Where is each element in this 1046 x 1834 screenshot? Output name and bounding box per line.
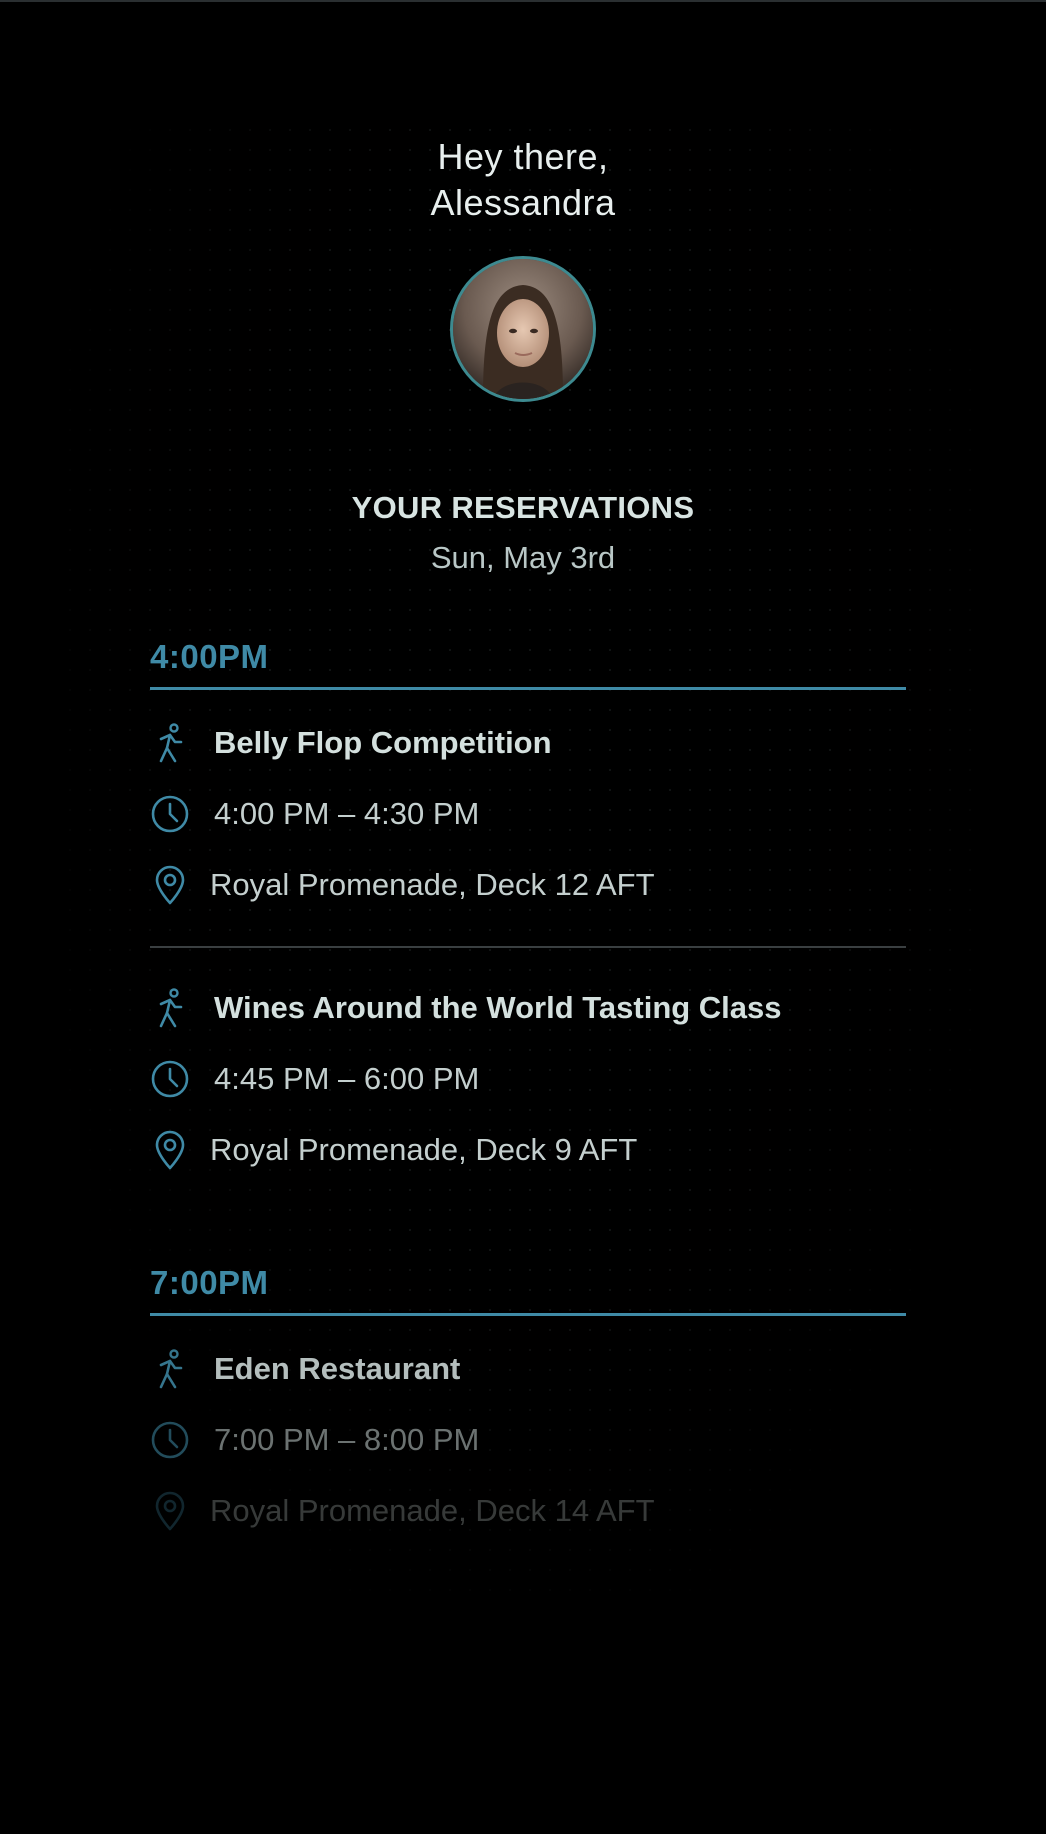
greeting-user-name: Alessandra (430, 182, 616, 223)
clock-icon (150, 1059, 190, 1099)
time-group-heading: 4:00PM (150, 638, 269, 675)
walking-person-icon (150, 987, 190, 1028)
greeting-line-1: Hey there, (437, 136, 609, 177)
event-time-range: 4:00 PM – 4:30 PM (214, 795, 480, 831)
greeting: Hey there, Alessandra (0, 134, 1046, 226)
map-pin-icon (150, 1130, 190, 1170)
time-group-rule (150, 687, 906, 690)
reservations-date: Sun, May 3rd (430, 540, 616, 575)
map-pin-icon (150, 1491, 190, 1531)
event-title: Eden Restaurant (214, 1350, 461, 1386)
time-group-heading: 7:00PM (150, 1264, 269, 1301)
event-time-row: 4:45 PM – 6:00 PM (150, 1043, 906, 1114)
event-time-range: 4:45 PM – 6:00 PM (214, 1060, 480, 1096)
time-group-rule (150, 1313, 906, 1316)
event-title: Wines Around the World Tasting Class (214, 989, 782, 1025)
top-divider (0, 0, 1046, 2)
event-time-row: 7:00 PM – 8:00 PM (150, 1404, 906, 1475)
clock-icon (150, 794, 190, 834)
reservation-item[interactable]: Wines Around the World Tasting Class 4:4… (150, 972, 906, 1185)
event-title-row: Belly Flop Competition (150, 707, 906, 778)
reservation-item[interactable]: Eden Restaurant 7:00 PM – 8:00 PM Royal … (150, 1333, 906, 1546)
event-location: Royal Promenade, Deck 9 AFT (210, 1131, 638, 1167)
walking-person-icon (150, 1348, 190, 1389)
reservations-heading: YOUR RESERVATIONS (351, 490, 695, 525)
time-group-7pm: 7:00PM Eden Restaurant 7:00 PM – 8:00 PM… (150, 1259, 906, 1546)
event-time-row: 4:00 PM – 4:30 PM (150, 778, 906, 849)
event-location: Royal Promenade, Deck 14 AFT (210, 1492, 655, 1528)
event-title: Belly Flop Competition (214, 724, 552, 760)
event-location-row: Royal Promenade, Deck 14 AFT (150, 1475, 906, 1546)
reservation-item[interactable]: Belly Flop Competition 4:00 PM – 4:30 PM (150, 707, 906, 920)
event-location: Royal Promenade, Deck 12 AFT (210, 866, 655, 902)
event-title-row: Eden Restaurant (150, 1333, 906, 1404)
avatar[interactable] (450, 256, 596, 402)
event-title-row: Wines Around the World Tasting Class (150, 972, 906, 1043)
event-time-range: 7:00 PM – 8:00 PM (214, 1421, 480, 1457)
app-screen: Hey there, Alessandra YOUR RESERVATIONS … (0, 0, 1046, 1834)
event-separator (150, 946, 906, 948)
map-pin-icon (150, 865, 190, 905)
event-location-row: Royal Promenade, Deck 9 AFT (150, 1114, 906, 1185)
time-group-4pm: 4:00PM Belly Flop Competition 4:00 PM – … (150, 633, 906, 1185)
event-location-row: Royal Promenade, Deck 12 AFT (150, 849, 906, 920)
avatar-portrait (453, 259, 593, 399)
walking-person-icon (150, 722, 190, 763)
clock-icon (150, 1420, 190, 1460)
